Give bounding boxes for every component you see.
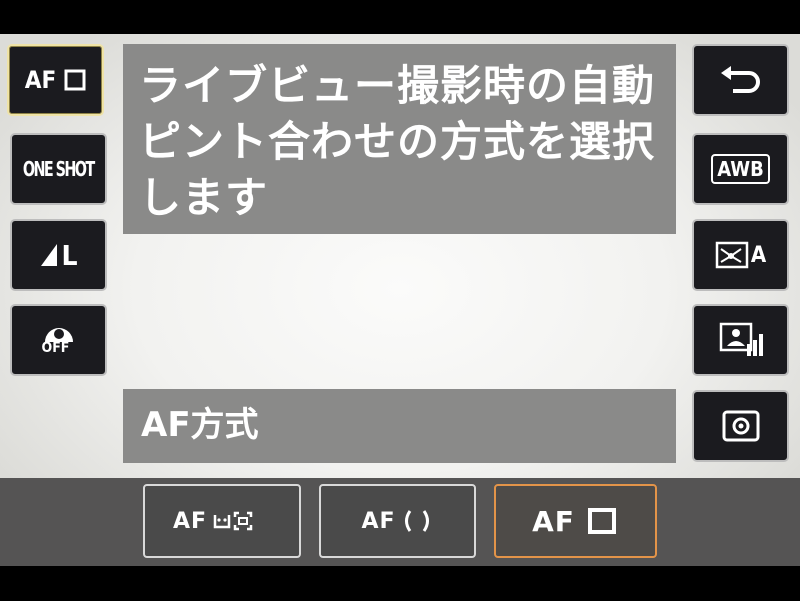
af-zone-option[interactable]: AF [319,484,476,558]
description-line: します [139,173,269,222]
option-af-label: AF [532,504,575,538]
one-shot-icon: ONE SHOT [23,157,95,181]
back-button[interactable] [692,44,789,116]
white-balance-button[interactable]: AWB [692,133,789,205]
picture-style-auto-icon [715,241,749,269]
af-single-point-icon [64,69,86,91]
description-line: ピント合わせの方式を選択 [139,117,656,166]
metering-mode-button[interactable] [692,390,789,462]
display-info-button[interactable] [692,304,789,376]
picture-style-button[interactable]: A [692,219,789,291]
bottom-black-bar [0,566,800,601]
image-quality-button[interactable]: L [10,219,107,291]
af-face-tracking-option[interactable]: AF [143,484,301,558]
setting-title: AF方式 [141,405,259,445]
description-text: ライブビュー撮影時の自動 ピント合わせの方式を選択 します [139,58,659,226]
auto-lighting-off-icon: OFF [39,318,79,362]
top-black-bar [0,0,800,34]
display-info-icon [719,322,763,356]
drive-mode-button[interactable]: ONE SHOT [10,133,107,205]
description-line: ライブビュー撮影時の自動 [139,61,656,110]
alo-off-label: OFF [41,340,70,356]
description-panel: ライブビュー撮影時の自動 ピント合わせの方式を選択 します [123,44,676,234]
evaluative-metering-icon [722,410,759,442]
single-point-square-icon [587,508,616,534]
face-tracking-icon [213,511,253,531]
awb-icon: AWB [711,154,770,184]
option-af-label: AF [361,508,396,534]
live-view-menu-screen: AF ONE SHOT L OFF AWB A ライブビュー撮影時の自動 ピント… [0,0,800,601]
af-method-label: AF [24,66,57,94]
return-arrow-icon [720,66,760,93]
af-single-point-option[interactable]: AF [494,484,657,558]
picture-style-label: A [750,242,767,268]
large-quality-icon [41,244,58,266]
option-af-label: AF [172,508,208,534]
auto-lighting-optimizer-button[interactable]: OFF [10,304,107,376]
af-method-button[interactable]: AF [7,44,104,116]
zone-brackets-icon [404,510,429,532]
setting-title-panel: AF方式 [123,389,676,463]
quality-label: L [61,238,78,272]
